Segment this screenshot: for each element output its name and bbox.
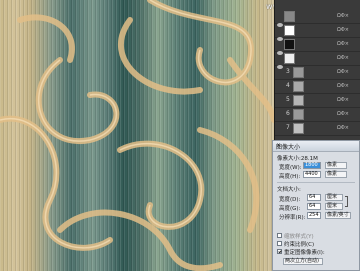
resample-label: 重定图像像素(I): [284,250,325,256]
layer-info: ΩΦ× [337,111,349,117]
layer-number: 3 [286,68,290,75]
eye-icon[interactable] [277,13,283,27]
layer-thumbnail [293,67,304,78]
layer-thumbnail [284,53,295,64]
layer-row[interactable]: 7 ΩΦ× [275,122,360,136]
scale-styles-label: 缩放样式(Y) [284,234,314,240]
layer-info: ΩΦ× [337,97,349,103]
pixel-dimensions-label: 像素大小:28.1M [277,156,318,162]
layer-number: 7 [286,124,290,131]
dialog-titlebar[interactable]: 图像大小 × [273,141,359,152]
layer-row[interactable]: ΩΦ× [275,52,360,69]
layers-panel: ΩΦ× ΩΦ× ΩΦ× ΩΦ× 3 ΩΦ× 4 ΩΦ× 5 ΩΦ× 6 ΩΦ× … [274,0,360,140]
document-size-label: 文档大小: [277,187,301,193]
layer-thumbnail [293,123,304,134]
width-input[interactable]: 1800 [303,162,321,169]
eye-icon[interactable] [277,55,283,69]
eye-icon[interactable] [277,27,283,41]
doc-height-label: 高度(G): [279,206,301,212]
layer-thumbnail [284,39,295,50]
link-icon [345,196,348,207]
layer-thumbnail [293,95,304,106]
height-label: 高度(H): [279,174,301,180]
layer-row[interactable]: ΩΦ× [275,10,360,27]
swirl-pattern [0,0,274,271]
doc-height-unit-select[interactable]: 厘米 [325,203,343,210]
layer-info: ΩΦ× [337,83,349,89]
height-input[interactable]: 4400 [303,171,321,178]
layer-row[interactable]: 3 ΩΦ× [275,66,360,80]
doc-height-input[interactable]: 64 [307,203,321,210]
layer-info: ΩΦ× [337,13,349,19]
layer-row[interactable]: 6 ΩΦ× [275,108,360,122]
watermark-text: www.huitu.com [266,2,274,11]
doc-width-unit-select[interactable]: 厘米 [325,194,343,201]
constrain-proportions-label: 约束比例(C) [284,242,315,248]
resolution-input[interactable]: 254 [307,212,321,219]
doc-width-input[interactable]: 64 [307,194,321,201]
layer-thumbnail [293,81,304,92]
layer-number: 4 [286,82,290,89]
layer-thumbnail [284,11,295,22]
document-canvas[interactable]: www.huitu.com [0,0,274,271]
eye-icon[interactable] [277,41,283,55]
resolution-unit-select[interactable]: 像素/英寸 [325,212,351,219]
layer-row[interactable]: 4 ΩΦ× [275,80,360,94]
layer-row[interactable]: ΩΦ× [275,24,360,41]
image-size-dialog: 图像大小 × 像素大小:28.1M 宽度(W): 1800 像素 高度(H): … [272,140,360,271]
layer-row[interactable]: ΩΦ× [275,38,360,55]
layer-thumbnail [284,25,295,36]
resample-method-select[interactable]: 两次立方(自动) [283,258,323,265]
scale-styles-checkbox[interactable] [277,233,282,238]
divider [277,182,355,183]
layer-thumbnail [293,109,304,120]
layer-info: ΩΦ× [337,69,349,75]
layer-row[interactable]: 5 ΩΦ× [275,94,360,108]
close-icon[interactable]: × [276,142,357,149]
constrain-proportions-checkbox[interactable] [277,241,282,246]
layer-number: 5 [286,96,290,103]
doc-width-label: 宽度(D): [279,197,301,203]
width-unit-select[interactable]: 像素 [325,162,347,169]
layer-number: 6 [286,110,290,117]
resample-checkbox[interactable] [277,249,282,254]
width-label: 宽度(W): [279,165,302,171]
resolution-label: 分辨率(R): [279,215,306,221]
layer-info: ΩΦ× [337,27,349,33]
layer-info: ΩΦ× [337,125,349,131]
layer-info: ΩΦ× [337,55,349,61]
height-unit-select[interactable]: 像素 [325,171,347,178]
layer-info: ΩΦ× [337,41,349,47]
